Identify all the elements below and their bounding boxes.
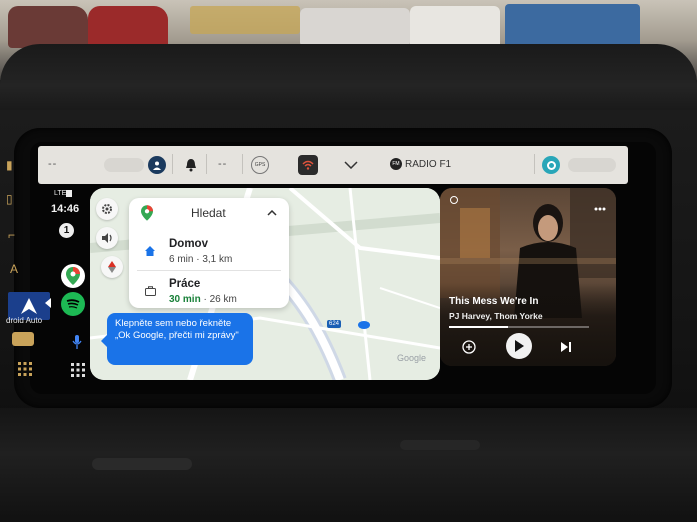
home-icon [145, 246, 155, 256]
road-number: 624 [327, 320, 342, 328]
search-title: Hledat [191, 206, 226, 220]
assistant-hint-bubble[interactable]: Klepněte sem nebo řekněte „Ok Google, př… [101, 313, 253, 365]
parked-car [8, 6, 88, 48]
notification-badge[interactable]: 1 [59, 223, 74, 238]
play-icon [515, 340, 524, 352]
gps-icon: GPS [251, 156, 269, 174]
bell-icon[interactable] [183, 156, 199, 174]
sb-separator [206, 154, 207, 174]
status-right-indicator [568, 158, 616, 172]
destination-duration: 30 min [169, 294, 201, 305]
track-title: This Mess We're In [449, 296, 539, 307]
fm-badge: FM [390, 158, 402, 170]
clock: 14:46 [51, 203, 80, 215]
current-location-marker [358, 321, 370, 329]
radio-source[interactable]: FM RADIO F1 [390, 158, 451, 170]
car-apps-grid-icon[interactable] [18, 362, 32, 376]
destination-distance: · 26 km [203, 294, 237, 305]
destination-work[interactable]: Práce 30 min · 26 km [129, 274, 289, 312]
collapse-arrow-icon[interactable] [45, 298, 51, 308]
car-menu-icon[interactable]: ▮ [6, 158, 13, 172]
android-auto-label: droid Auto [6, 316, 43, 325]
briefcase-icon [145, 286, 156, 296]
assistant-ring-icon[interactable] [542, 156, 560, 174]
car-phone-icon[interactable]: ▯ [6, 192, 13, 206]
car-status-bar: -- -- GPS FM RADIO F1 [38, 146, 628, 184]
destination-name: Domov [169, 238, 208, 250]
add-to-library-button[interactable] [461, 339, 477, 355]
battery-icon [66, 190, 72, 197]
play-button[interactable] [506, 333, 532, 359]
destination-eta: 30 min · 26 km [169, 294, 237, 305]
chevron-up-icon[interactable] [267, 210, 277, 216]
sb-separator [172, 154, 173, 174]
car-nav-icon[interactable]: A [10, 262, 18, 276]
track-progress-fill [449, 326, 508, 328]
gear-icon[interactable] [96, 198, 118, 220]
skip-next-button[interactable] [558, 339, 574, 355]
mic-icon[interactable] [72, 335, 82, 349]
track-artist: PJ Harvey, Thom Yorke [449, 311, 543, 321]
radio-station-label: RADIO F1 [405, 158, 452, 170]
dashboard-vent [92, 458, 192, 470]
plus-circle-icon [462, 340, 476, 354]
destination-home[interactable]: Domov 6 min · 3,1 km [129, 234, 289, 272]
status-left-dashes: -- [48, 158, 58, 170]
more-options-icon[interactable] [594, 198, 606, 211]
app-grid-icon[interactable] [71, 363, 85, 377]
network-status: LTE [54, 190, 67, 197]
parked-car [88, 6, 168, 48]
destination-name: Práce [169, 278, 201, 290]
dashboard-top [0, 44, 697, 114]
sb-separator [242, 154, 243, 174]
divider [137, 270, 281, 271]
google-maps-pin-icon [141, 205, 153, 221]
track-progress-bar[interactable] [449, 326, 589, 328]
compass-icon[interactable] [101, 256, 123, 278]
wifi-hotspot-icon[interactable] [298, 155, 318, 175]
spotify-icon[interactable] [61, 292, 85, 316]
google-attribution: Google [397, 353, 427, 363]
google-maps-icon[interactable] [61, 264, 85, 288]
status-mid-dashes: -- [218, 158, 228, 170]
street-background [190, 6, 300, 34]
destination-duration: 6 min [169, 254, 194, 265]
car-vehicle-icon[interactable] [12, 332, 34, 346]
destination-distance: · 3,1 km [196, 254, 233, 265]
assistant-hint-text: Klepněte sem nebo řekněte „Ok Google, př… [115, 318, 239, 341]
destination-search-card: Hledat Domov 6 min · 3,1 km Práce 30 min… [129, 198, 289, 308]
driver-profile-icon[interactable] [148, 156, 166, 174]
car-seat-icon[interactable]: ⌐ [8, 228, 15, 242]
destination-eta: 6 min · 3,1 km [169, 254, 232, 265]
dashboard-vent [400, 440, 480, 450]
parked-van [300, 8, 410, 48]
media-source-icon [450, 196, 458, 204]
skip-next-icon [560, 342, 571, 352]
sb-separator [534, 154, 535, 174]
search-header[interactable]: Hledat [129, 198, 289, 228]
climate-indicator [104, 158, 144, 172]
volume-icon[interactable] [96, 227, 118, 249]
chevron-down-icon[interactable] [342, 160, 360, 170]
